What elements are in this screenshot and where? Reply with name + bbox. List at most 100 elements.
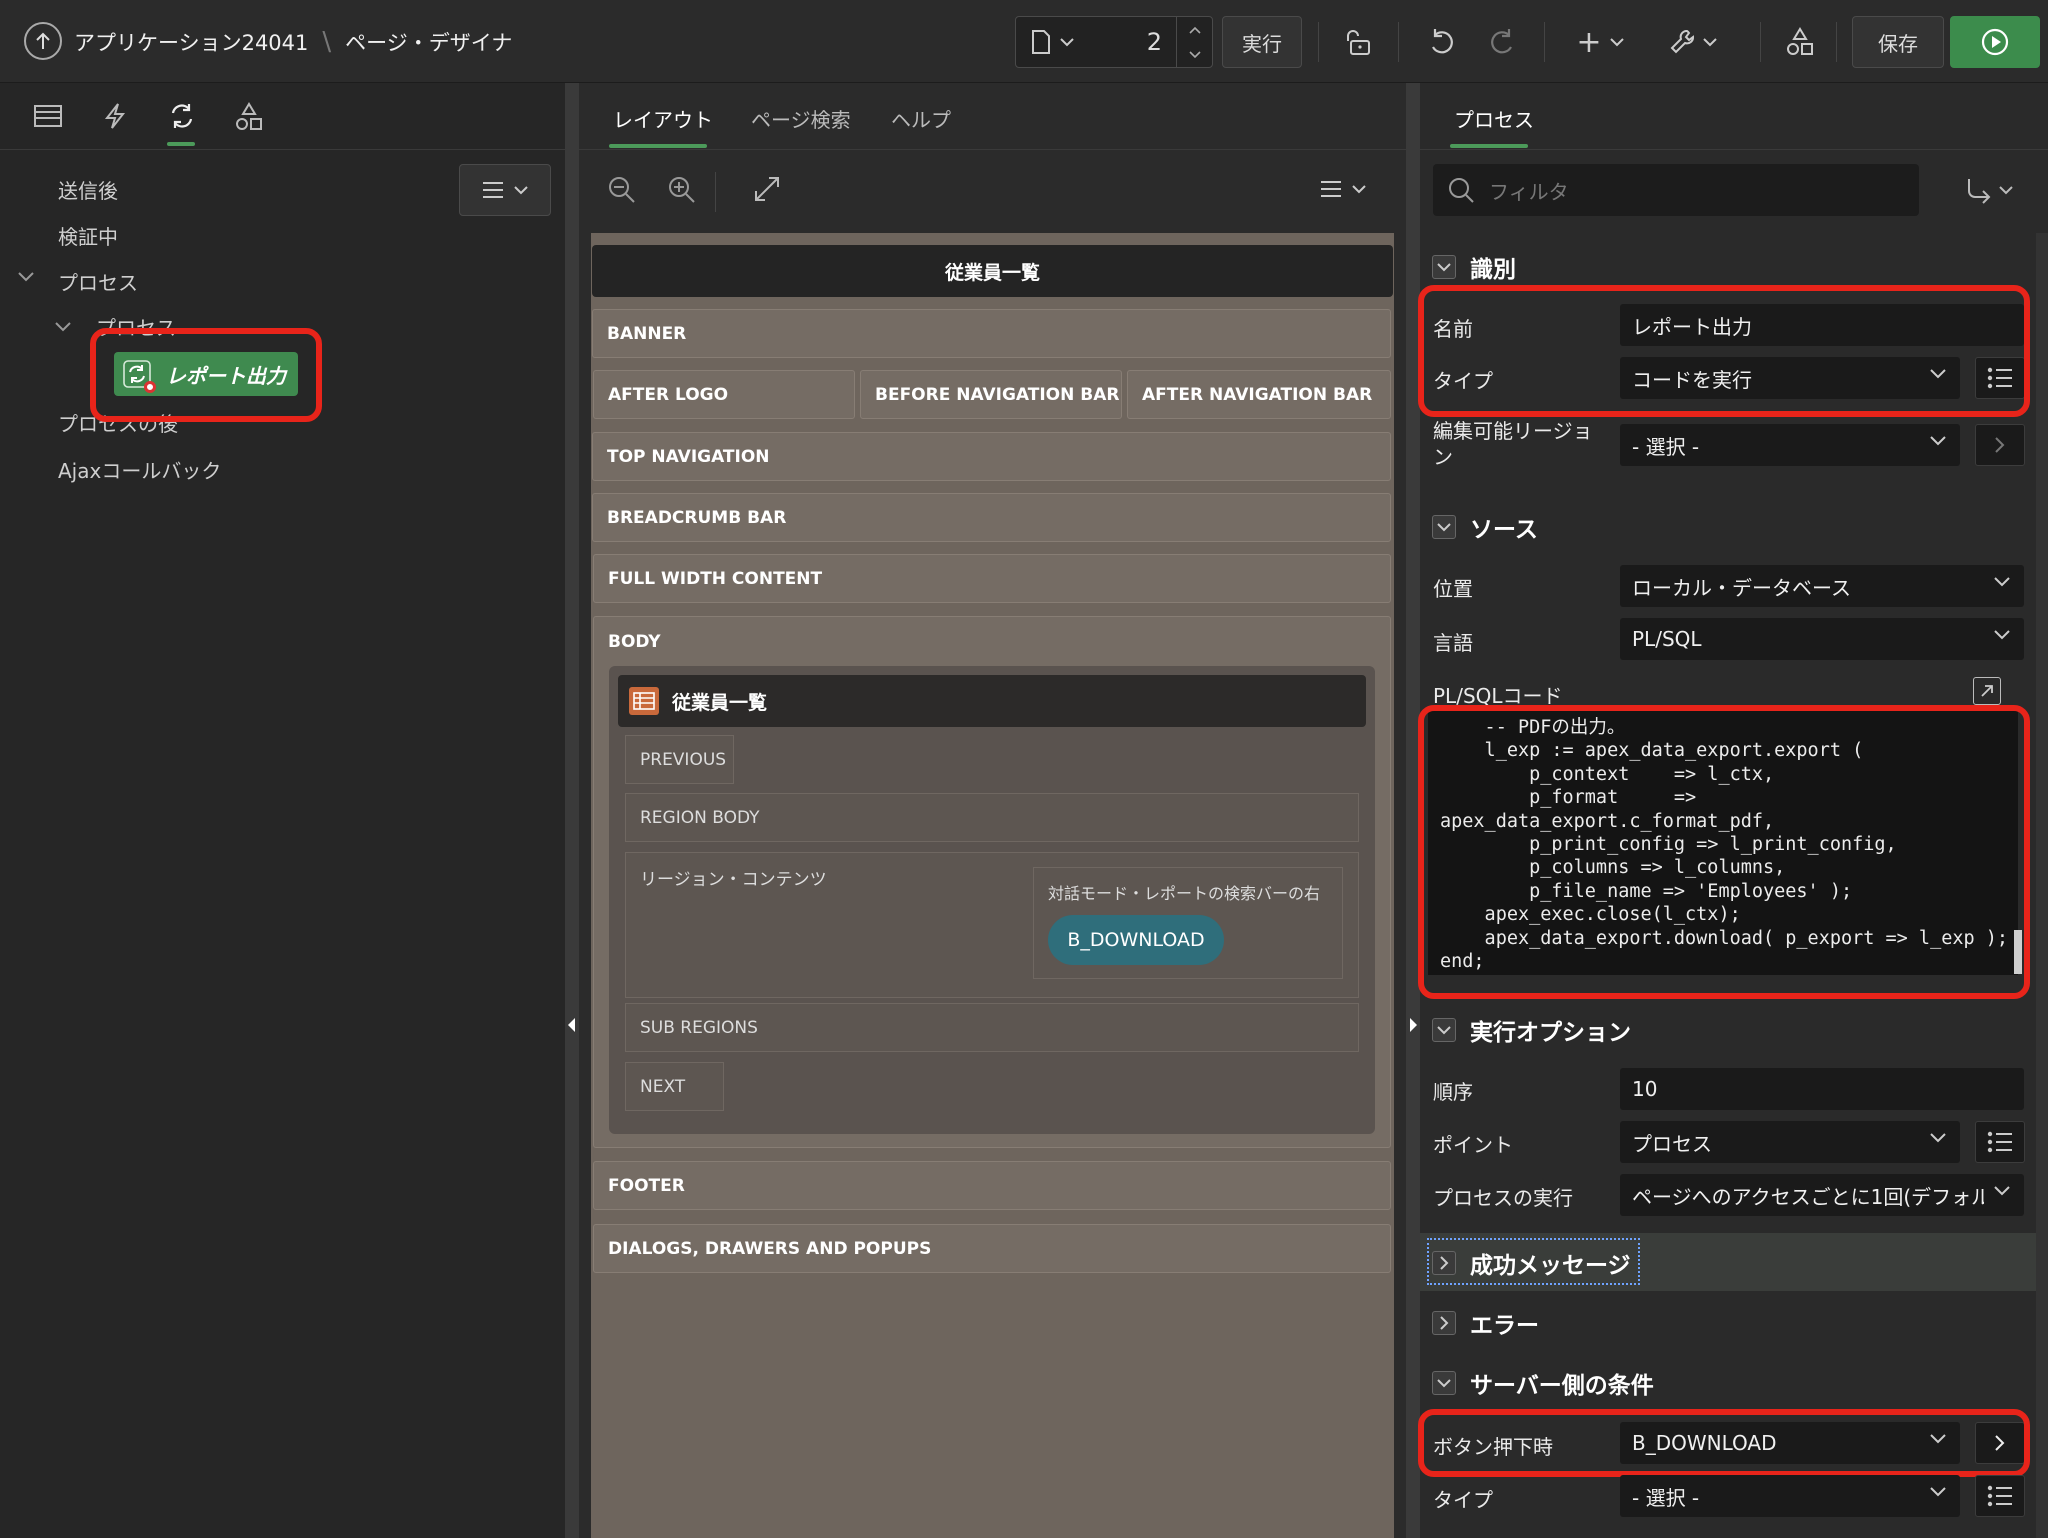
tab-page-search[interactable]: ページ検索: [751, 104, 851, 133]
b-download-button[interactable]: B_DOWNLOAD: [1048, 915, 1224, 965]
right-splitter[interactable]: [1406, 83, 1420, 1538]
filter-input[interactable]: フィルタ: [1433, 164, 1919, 216]
hamburger-icon: [1321, 181, 1341, 197]
region-slot-previous[interactable]: PREVIOUS: [625, 735, 734, 784]
code-line: p_context => l_ctx,: [1440, 763, 1775, 785]
tree-node-validating[interactable]: 検証中: [58, 221, 118, 250]
section-source[interactable]: ソース: [1432, 510, 1538, 544]
plsql-code-editor[interactable]: -- PDFの出力。 l_exp := apex_data_export.exp…: [1428, 710, 2018, 975]
tab-help[interactable]: ヘルプ: [891, 104, 951, 133]
processing-tab-icon[interactable]: [167, 101, 197, 131]
slot-dialogs-drawers-popups[interactable]: DIALOGS, DRAWERS AND POPUPS: [593, 1224, 1391, 1273]
rendering-tab-icon[interactable]: [34, 104, 62, 128]
section-success-message[interactable]: 成功メッセージ: [1432, 1246, 1631, 1280]
code-line: p_format =>: [1440, 787, 1697, 809]
editable-region-select[interactable]: - 選択 -: [1620, 424, 1960, 466]
go-to-group-button[interactable]: [1965, 176, 2013, 204]
region-slot-next[interactable]: NEXT: [625, 1062, 724, 1111]
chevron-down-icon[interactable]: [18, 272, 34, 282]
page-title-bar[interactable]: 従業員一覧: [592, 245, 1393, 297]
region-content-label: リージョン・コンテンツ: [640, 870, 827, 890]
code-scrollbar[interactable]: [2014, 930, 2022, 974]
tree-node-ajax-callback[interactable]: Ajaxコールバック: [58, 455, 221, 484]
location-select[interactable]: ローカル・データベース: [1620, 565, 2024, 607]
plus-icon: +: [1576, 24, 1602, 60]
tree-node-selected-process[interactable]: レポート出力: [114, 352, 298, 396]
section-identification[interactable]: 識別: [1432, 250, 1516, 284]
when-button-pressed-select[interactable]: B_DOWNLOAD: [1620, 1422, 1960, 1464]
property-scrollbar[interactable]: [2036, 233, 2048, 1538]
tree-node-after-submit[interactable]: 送信後: [58, 175, 118, 204]
report-icon: [628, 686, 660, 716]
name-field[interactable]: レポート出力: [1620, 304, 2024, 346]
when-button-go-button[interactable]: [1975, 1422, 2025, 1464]
page-number-input[interactable]: 2: [1147, 28, 1162, 56]
page-stepper[interactable]: [1176, 17, 1212, 67]
zoom-out-icon[interactable]: [607, 175, 637, 205]
shared-components-tab-icon[interactable]: [234, 102, 264, 132]
slot-breadcrumb-bar[interactable]: BREADCRUMB BAR: [592, 493, 1391, 542]
list-icon: [1987, 1131, 2012, 1153]
search-bar-right-label: 対話モード・レポートの検索バーの右: [1048, 884, 1321, 903]
point-select[interactable]: プロセス: [1620, 1121, 1960, 1163]
tab-process[interactable]: プロセス: [1454, 104, 1534, 133]
save-button[interactable]: 保存: [1852, 16, 1944, 68]
save-and-run-button[interactable]: [1950, 16, 2040, 68]
section-execution-options[interactable]: 実行オプション: [1432, 1013, 1631, 1047]
region-slot-sub-regions[interactable]: SUB REGIONS: [625, 1003, 1359, 1052]
undo-icon[interactable]: [1420, 18, 1464, 66]
slot-after-navigation-bar[interactable]: AFTER NAVIGATION BAR: [1127, 370, 1391, 419]
slot-footer[interactable]: FOOTER: [593, 1161, 1391, 1210]
app-name-link[interactable]: アプリケーション24041: [74, 27, 308, 57]
run-process-value: ページへのアクセスごとに1回(デフォル: [1632, 1184, 1984, 1209]
tree-node-after-processing[interactable]: プロセスの後: [58, 408, 178, 437]
lock-icon[interactable]: [1336, 18, 1380, 66]
expand-icon[interactable]: [754, 176, 780, 202]
condition-type-select[interactable]: - 選択 -: [1620, 1475, 1960, 1517]
filter-placeholder: フィルタ: [1489, 179, 1569, 204]
section-error[interactable]: エラー: [1432, 1306, 1539, 1340]
chevron-down-icon: [1432, 1371, 1456, 1395]
slot-after-logo[interactable]: AFTER LOGO: [593, 370, 855, 419]
slot-banner[interactable]: BANNER: [592, 309, 1391, 358]
breadcrumb: アプリケーション24041 \ ページ・デザイナ: [74, 27, 512, 57]
sequence-field[interactable]: 10: [1620, 1068, 2024, 1110]
condition-type-list-button[interactable]: [1975, 1475, 2025, 1517]
editable-region-go-button[interactable]: [1975, 424, 2025, 466]
section-server-side-condition[interactable]: サーバー側の条件: [1432, 1366, 1654, 1400]
page-selector[interactable]: 2: [1015, 16, 1213, 68]
chevron-down-icon: [514, 186, 528, 195]
editable-region-label-line2: ン: [1433, 445, 1453, 469]
left-pane: [0, 83, 565, 1538]
type-select[interactable]: コードを実行: [1620, 357, 1960, 399]
run-process-select[interactable]: ページへのアクセスごとに1回(デフォル: [1620, 1174, 2024, 1216]
tab-layout[interactable]: レイアウト: [613, 104, 713, 133]
slot-before-navigation-bar[interactable]: BEFORE NAVIGATION BAR: [860, 370, 1122, 419]
up-arrow-icon[interactable]: [24, 22, 62, 60]
run-button[interactable]: 実行: [1222, 16, 1302, 68]
zoom-in-icon[interactable]: [667, 175, 697, 205]
region-header[interactable]: 従業員一覧: [618, 675, 1366, 727]
language-select[interactable]: PL/SQL: [1620, 618, 2024, 660]
slot-top-navigation[interactable]: TOP NAVIGATION: [592, 432, 1391, 481]
left-splitter[interactable]: [565, 83, 579, 1538]
open-code-editor-icon[interactable]: [1973, 677, 2001, 705]
slot-full-width-content[interactable]: FULL WIDTH CONTENT: [593, 554, 1391, 603]
code-line: apex_data_export.download( p_export => l…: [1440, 927, 2009, 949]
tree-node-processes-sub[interactable]: プロセス: [96, 312, 176, 341]
chevron-down-icon: [1432, 1018, 1456, 1042]
tree-node-processes[interactable]: プロセス: [58, 267, 138, 296]
add-menu-button[interactable]: +: [1572, 18, 1628, 66]
tree-menu-button[interactable]: [459, 164, 551, 216]
point-list-button[interactable]: [1975, 1121, 2025, 1163]
layout-menu-button[interactable]: [1320, 180, 1366, 198]
chevron-down-icon: [1352, 185, 1366, 194]
chevron-down-icon[interactable]: [55, 322, 71, 332]
redo-icon[interactable]: [1480, 18, 1524, 66]
shared-components-icon[interactable]: [1778, 18, 1822, 66]
utilities-menu-button[interactable]: [1664, 18, 1722, 66]
dynamic-actions-tab-icon[interactable]: [103, 102, 127, 130]
arrow-return-icon: [1968, 179, 1991, 204]
region-slot-region-body[interactable]: REGION BODY: [625, 793, 1359, 842]
type-list-button[interactable]: [1975, 357, 2025, 399]
